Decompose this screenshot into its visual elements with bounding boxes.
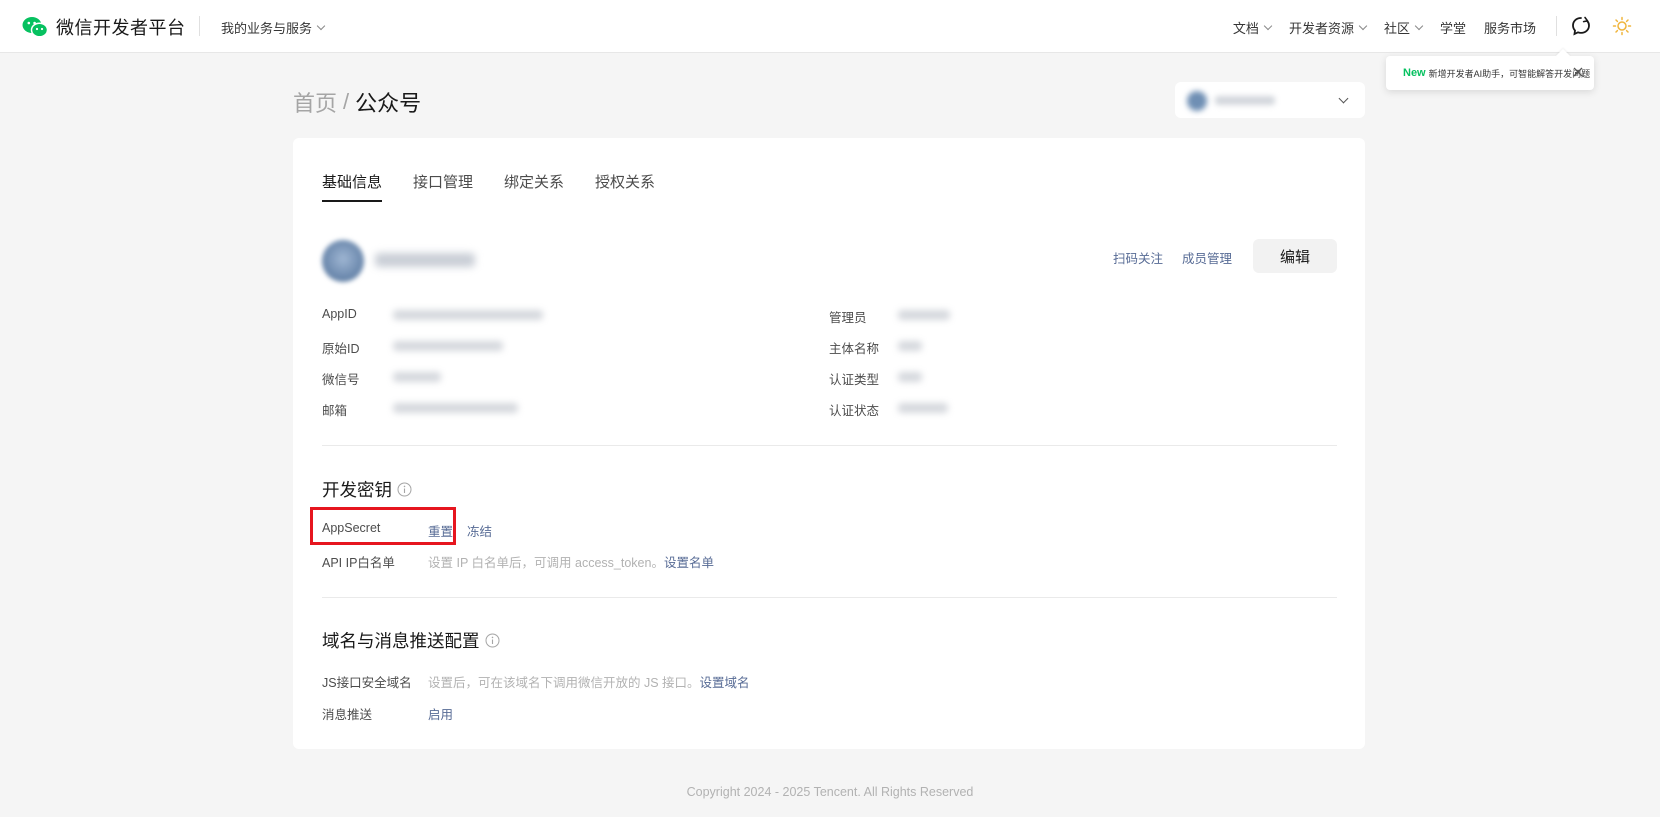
nav-label: 社区 (1383, 21, 1410, 36)
nav-label: 开发者资源 (1288, 21, 1354, 36)
nav-item-docs[interactable]: 文档 (1232, 18, 1273, 37)
header-divider (199, 16, 200, 36)
nav-item-dev-resources[interactable]: 开发者资源 (1288, 18, 1368, 37)
section-title-text: 域名与消息推送配置 (322, 631, 480, 651)
info-label-cert-type: 认证类型 (829, 373, 880, 387)
dev-key-section-title: 开发密钥 (322, 477, 412, 502)
ai-assistant-chat-icon[interactable] (1570, 15, 1592, 37)
message-push-label: 消息推送 (322, 708, 373, 722)
info-icon[interactable] (397, 482, 412, 497)
freeze-appsecret-link[interactable]: 冻结 (467, 521, 492, 540)
tab-binding[interactable]: 绑定关系 (504, 171, 564, 202)
domain-section-title: 域名与消息推送配置 (322, 628, 500, 653)
logo[interactable]: 微信开发者平台 (22, 14, 186, 40)
js-domain-label: JS接口安全域名 (322, 676, 412, 690)
info-label-original-id: 原始ID (322, 342, 360, 356)
breadcrumb-home[interactable]: 首页 (293, 86, 337, 118)
nav-label: 文档 (1232, 21, 1259, 36)
account-name-redacted (1215, 96, 1275, 105)
set-domain-link[interactable]: 设置域名 (700, 676, 750, 690)
set-whitelist-link[interactable]: 设置名单 (664, 556, 714, 570)
chevron-down-icon (1263, 21, 1273, 30)
info-icon[interactable] (485, 633, 500, 648)
appid-value-redacted (393, 310, 543, 320)
admin-value-redacted (898, 310, 950, 320)
ip-whitelist-label: API IP白名单 (322, 556, 395, 570)
info-label-wechat-id: 微信号 (322, 373, 360, 387)
enable-push-link[interactable]: 启用 (428, 704, 453, 723)
section-title-text: 开发密钥 (322, 480, 392, 500)
entity-name-value-redacted (898, 341, 922, 351)
info-label-entity-name: 主体名称 (829, 342, 880, 356)
info-label-cert-status: 认证状态 (829, 404, 880, 418)
cert-type-value-redacted (898, 372, 922, 382)
my-business-menu[interactable]: 我的业务与服务 (221, 18, 326, 37)
account-detail-card: 基础信息 接口管理 绑定关系 授权关系 扫码关注 成员管理 编辑 AppID 原… (293, 138, 1365, 749)
js-domain-row: 设置后，可在该域名下调用微信开放的 JS 接口。设置域名 (428, 672, 750, 691)
tab-authorization[interactable]: 授权关系 (595, 171, 655, 202)
avatar (322, 240, 364, 282)
top-nav: 文档 开发者资源 社区 学堂 服务市场 (1215, 18, 1536, 37)
breadcrumb: 首页 / 公众号 (293, 86, 421, 118)
header-divider (1556, 16, 1557, 36)
original-id-value-redacted (393, 341, 503, 351)
edit-button[interactable]: 编辑 (1253, 239, 1337, 273)
tooltip-text: 新增开发者AI助手，可智能解答开发问题 (1428, 68, 1591, 79)
tab-api-management[interactable]: 接口管理 (413, 171, 473, 202)
account-avatar (1187, 91, 1207, 111)
nav-item-service-market[interactable]: 服务市场 (1484, 18, 1536, 37)
section-divider (322, 597, 1337, 598)
nav-item-academy[interactable]: 学堂 (1440, 18, 1466, 37)
ip-whitelist-hint: 设置 IP 白名单后，可调用 access_token。 (428, 556, 664, 570)
nav-label: 学堂 (1439, 21, 1466, 36)
account-switcher[interactable] (1175, 82, 1365, 118)
chevron-down-icon (1358, 21, 1368, 30)
highlight-box (310, 507, 456, 545)
ip-whitelist-row: 设置 IP 白名单后，可调用 access_token。设置名单 (428, 552, 714, 571)
scan-follow-link[interactable]: 扫码关注 (1113, 248, 1163, 267)
section-divider (322, 445, 1337, 446)
tab-bar: 基础信息 接口管理 绑定关系 授权关系 (322, 171, 686, 202)
nav-label: 服务市场 (1483, 21, 1536, 36)
chevron-down-icon (316, 21, 326, 30)
chevron-down-icon (1338, 93, 1349, 104)
top-navigation-bar: 微信开发者平台 我的业务与服务 文档 开发者资源 社区 学堂 服务市场 (0, 0, 1660, 53)
info-label-email: 邮箱 (322, 404, 348, 418)
breadcrumb-separator: / (343, 89, 350, 114)
chevron-down-icon (1414, 21, 1424, 30)
my-business-label: 我的业务与服务 (221, 21, 313, 36)
account-name-redacted (375, 253, 475, 267)
info-label-appid: AppID (322, 307, 357, 321)
cert-status-value-redacted (898, 403, 948, 413)
breadcrumb-current: 公众号 (355, 91, 422, 116)
email-value-redacted (393, 403, 518, 413)
logo-text: 微信开发者平台 (56, 18, 186, 38)
close-icon[interactable] (1572, 66, 1584, 78)
ai-assistant-tooltip[interactable]: New 新增开发者AI助手，可智能解答开发问题 (1386, 56, 1594, 90)
footer-copyright: Copyright 2024 - 2025 Tencent. All Right… (686, 785, 974, 799)
new-badge: New (1403, 67, 1426, 79)
theme-sun-icon[interactable] (1612, 16, 1632, 36)
wechat-id-value-redacted (393, 372, 441, 382)
js-domain-hint: 设置后，可在该域名下调用微信开放的 JS 接口。 (428, 676, 700, 690)
info-label-admin: 管理员 (829, 311, 867, 325)
nav-item-community[interactable]: 社区 (1383, 18, 1424, 37)
tab-basic-info[interactable]: 基础信息 (322, 171, 383, 202)
member-manage-link[interactable]: 成员管理 (1182, 248, 1232, 267)
wechat-logo-icon (22, 17, 48, 38)
